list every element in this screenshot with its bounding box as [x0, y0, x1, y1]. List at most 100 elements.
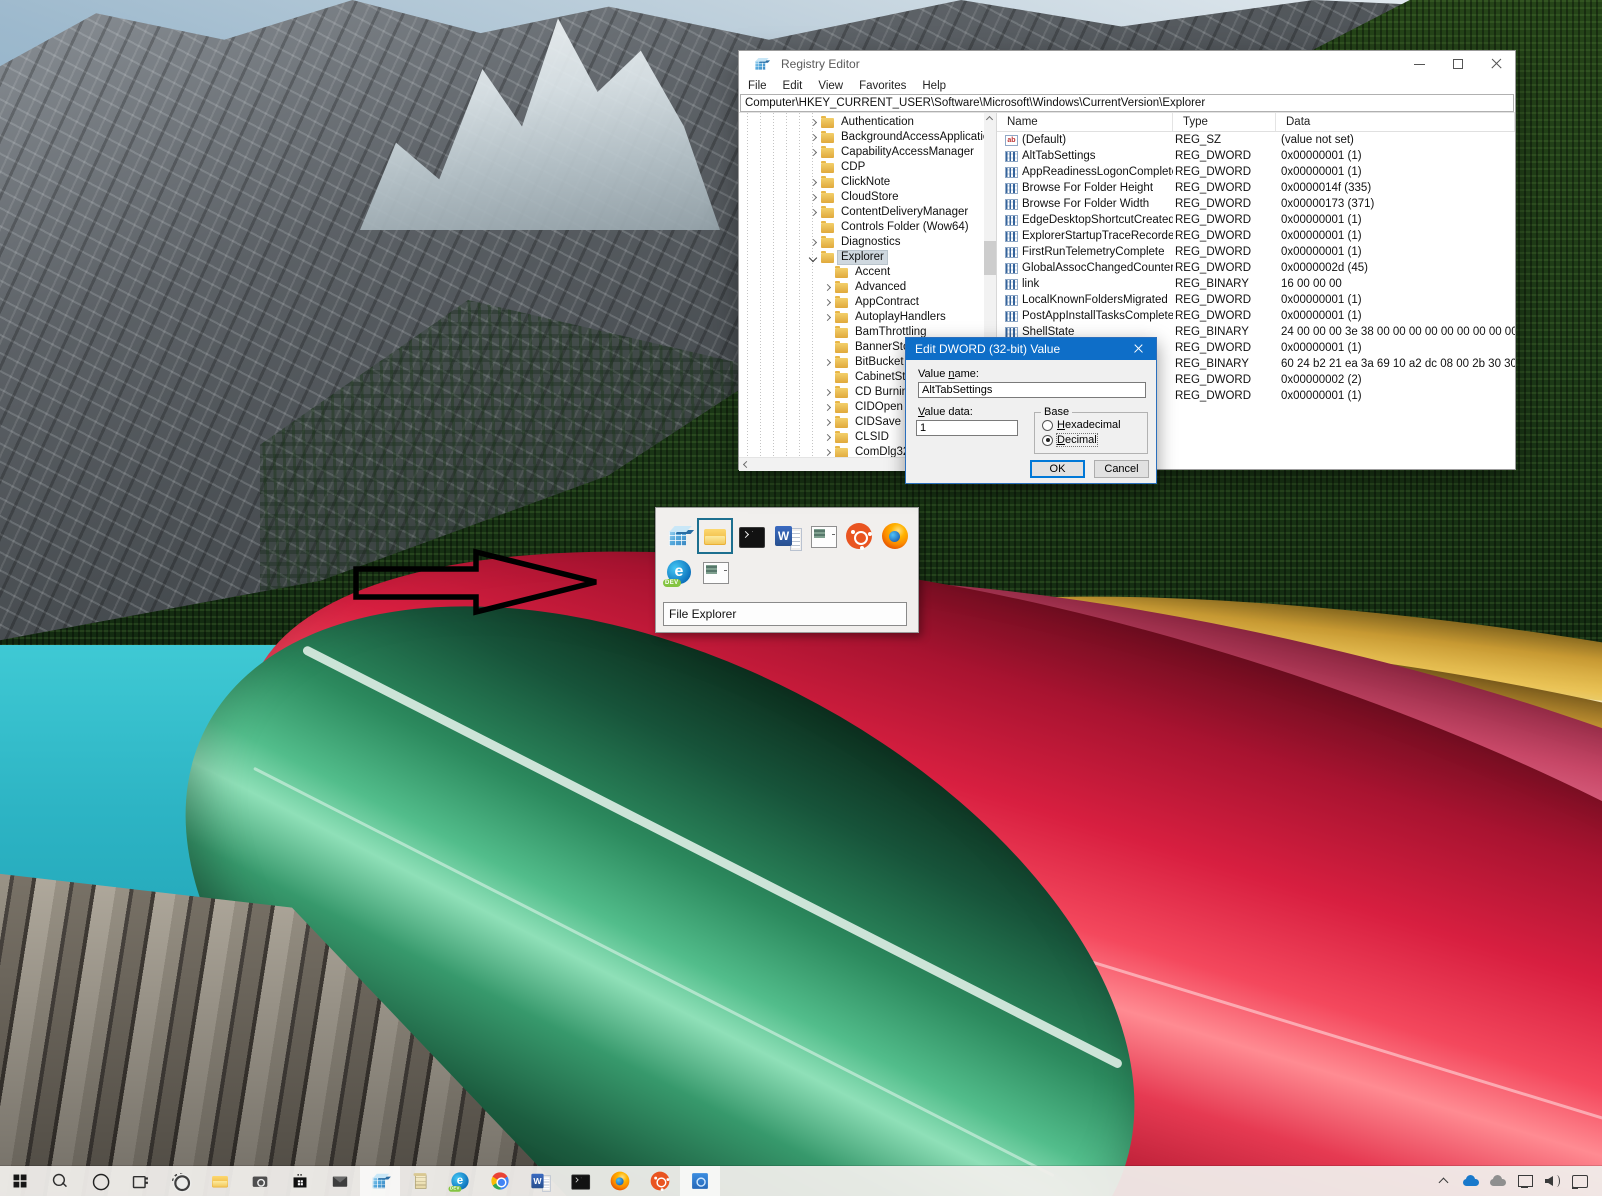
microsoft-store-icon[interactable]	[280, 1166, 320, 1196]
ubuntu-icon[interactable]	[841, 518, 877, 554]
radio-selected-icon[interactable]	[1042, 435, 1053, 446]
menu-item[interactable]: Edit	[783, 80, 803, 92]
menu-item[interactable]: File	[748, 80, 767, 92]
ubuntu-icon[interactable]	[640, 1166, 680, 1196]
tree-item[interactable]: AppContract	[739, 295, 984, 310]
chrome-icon[interactable]	[480, 1166, 520, 1196]
expander-icon[interactable]	[809, 253, 819, 263]
registry-editor-icon[interactable]	[360, 1166, 400, 1196]
firefox-icon[interactable]	[877, 518, 913, 554]
edge-dev-icon[interactable]: eDEV	[661, 554, 697, 590]
registry-value-row[interactable]: Browse For Folder Height REG_DWORD 0x000…	[997, 180, 1515, 196]
mail-icon[interactable]	[320, 1166, 360, 1196]
expander-icon[interactable]	[823, 388, 833, 398]
expander-icon[interactable]	[823, 343, 833, 353]
radio-icon[interactable]	[1042, 420, 1053, 431]
scroll-up-icon[interactable]	[986, 116, 993, 123]
registry-value-row[interactable]: ExplorerStartupTraceRecorded REG_DWORD 0…	[997, 228, 1515, 244]
maximize-button[interactable]	[1439, 51, 1477, 77]
address-input[interactable]	[741, 97, 1513, 109]
tree-item[interactable]: CapabilityAccessManager	[739, 145, 984, 160]
expander-icon[interactable]	[809, 178, 819, 188]
edge-dev-icon[interactable]: eDEV	[440, 1166, 480, 1196]
search-icon[interactable]	[40, 1166, 80, 1196]
expander-icon[interactable]	[823, 313, 833, 323]
tree-item[interactable]: Controls Folder (Wow64)	[739, 220, 984, 235]
expander-icon[interactable]	[823, 433, 833, 443]
tree-item[interactable]: CDP	[739, 160, 984, 175]
registry-value-row[interactable]: EdgeDesktopShortcutCreated REG_DWORD 0x0…	[997, 212, 1515, 228]
word-icon[interactable]: W	[769, 518, 805, 554]
app-window-icon[interactable]	[805, 518, 841, 554]
tree-item[interactable]: Explorer	[739, 250, 984, 265]
expander-icon[interactable]	[823, 298, 833, 308]
tree-item[interactable]: CloudStore	[739, 190, 984, 205]
settings-gear-icon[interactable]	[160, 1166, 200, 1196]
tree-item[interactable]: BackgroundAccessApplications	[739, 130, 984, 145]
dialog-title-bar[interactable]: Edit DWORD (32-bit) Value	[906, 338, 1156, 360]
tree-item[interactable]: Authentication	[739, 115, 984, 130]
menu-item[interactable]: View	[818, 80, 843, 92]
tray-expand-chevron-icon[interactable]	[1430, 1166, 1457, 1196]
column-header-data[interactable]: Data	[1276, 113, 1515, 131]
expander-icon[interactable]	[823, 358, 833, 368]
file-explorer-icon[interactable]	[697, 518, 733, 554]
hexadecimal-radio[interactable]: Hexadecimal	[1042, 419, 1121, 431]
title-bar[interactable]: Registry Editor	[739, 51, 1515, 77]
tree-item[interactable]: Advanced	[739, 280, 984, 295]
expander-icon[interactable]	[823, 418, 833, 428]
expander-icon[interactable]	[809, 148, 819, 158]
tree-item[interactable]: AutoplayHandlers	[739, 310, 984, 325]
registry-editor-icon[interactable]	[661, 518, 697, 554]
registry-value-row[interactable]: PostAppInstallTasksCompleted REG_DWORD 0…	[997, 308, 1515, 324]
registry-value-row[interactable]: link REG_BINARY 16 00 00 00	[997, 276, 1515, 292]
scroll-left-icon[interactable]	[743, 461, 750, 468]
registry-value-row[interactable]: Browse For Folder Width REG_DWORD 0x0000…	[997, 196, 1515, 212]
command-prompt-icon[interactable]	[560, 1166, 600, 1196]
app-window-icon[interactable]	[697, 554, 733, 590]
scrollbar-thumb[interactable]	[984, 241, 996, 275]
onedrive-cloud-icon[interactable]	[1457, 1166, 1484, 1196]
registry-value-row[interactable]: ab (Default) REG_SZ (value not set)	[997, 132, 1515, 148]
close-button[interactable]	[1477, 51, 1515, 77]
menu-item[interactable]: Favorites	[859, 80, 906, 92]
expander-icon[interactable]	[823, 283, 833, 293]
action-center-icon[interactable]	[1565, 1166, 1592, 1196]
column-header-type[interactable]: Type	[1173, 113, 1276, 131]
registry-value-row[interactable]: LocalKnownFoldersMigrated REG_DWORD 0x00…	[997, 292, 1515, 308]
dialog-close-button[interactable]	[1120, 338, 1156, 360]
file-explorer-icon[interactable]	[200, 1166, 240, 1196]
camera-icon[interactable]	[240, 1166, 280, 1196]
column-header-name[interactable]: Name	[997, 113, 1173, 131]
expander-icon[interactable]	[823, 328, 833, 338]
word-icon[interactable]: W	[520, 1166, 560, 1196]
cloud-status-icon[interactable]	[1484, 1166, 1511, 1196]
registry-value-row[interactable]: AppReadinessLogonComplete REG_DWORD 0x00…	[997, 164, 1515, 180]
minimize-button[interactable]	[1401, 51, 1439, 77]
expander-icon[interactable]	[809, 163, 819, 173]
network-icon[interactable]	[1511, 1166, 1538, 1196]
expander-icon[interactable]	[809, 238, 819, 248]
ok-button[interactable]: OK	[1030, 460, 1085, 478]
expander-icon[interactable]	[823, 448, 833, 458]
command-prompt-icon[interactable]	[733, 518, 769, 554]
expander-icon[interactable]	[809, 208, 819, 218]
tree-item[interactable]: ContentDeliveryManager	[739, 205, 984, 220]
registry-value-row[interactable]: FirstRunTelemetryComplete REG_DWORD 0x00…	[997, 244, 1515, 260]
value-name-input[interactable]	[918, 382, 1146, 398]
decimal-radio[interactable]: Decimal	[1042, 434, 1097, 446]
menu-item[interactable]: Help	[922, 80, 946, 92]
tree-item[interactable]: Diagnostics	[739, 235, 984, 250]
cortana-icon[interactable]	[80, 1166, 120, 1196]
script-file-icon[interactable]	[400, 1166, 440, 1196]
cancel-button[interactable]: Cancel	[1094, 460, 1149, 478]
firefox-icon[interactable]	[600, 1166, 640, 1196]
start-button-icon[interactable]	[0, 1166, 40, 1196]
task-view-icon[interactable]	[120, 1166, 160, 1196]
tree-item[interactable]: ClickNote	[739, 175, 984, 190]
registry-value-row[interactable]: GlobalAssocChangedCounter REG_DWORD 0x00…	[997, 260, 1515, 276]
volume-icon[interactable]	[1538, 1166, 1565, 1196]
expander-icon[interactable]	[823, 403, 833, 413]
expander-icon[interactable]	[809, 118, 819, 128]
tree-item[interactable]: Accent	[739, 265, 984, 280]
